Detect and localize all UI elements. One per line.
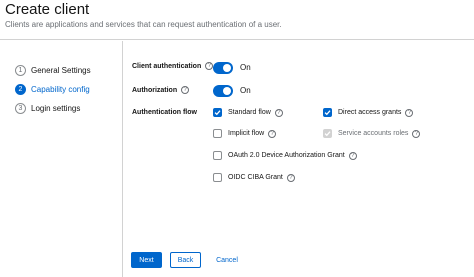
question-circle-icon[interactable]: ? bbox=[348, 151, 357, 160]
oauth-device-grant-label-text: OAuth 2.0 Device Authorization Grant bbox=[228, 152, 345, 159]
cancel-button[interactable]: Cancel bbox=[208, 252, 246, 268]
oauth-device-grant-label: OAuth 2.0 Device Authorization Grant ? bbox=[228, 151, 357, 160]
oauth-device-grant-checkbox[interactable]: OAuth 2.0 Device Authorization Grant ? bbox=[213, 151, 357, 160]
checkmark-icon bbox=[324, 131, 331, 137]
standard-flow-checkbox[interactable]: Standard flow ? bbox=[213, 108, 283, 117]
step-label: General Settings bbox=[31, 66, 91, 75]
authentication-flow-label: Authentication flow bbox=[132, 109, 197, 116]
service-accounts-roles-checkbox: Service accounts roles ? bbox=[323, 129, 421, 138]
question-circle-icon[interactable]: ? bbox=[274, 108, 283, 117]
direct-access-grants-label-text: Direct access grants bbox=[338, 109, 402, 116]
checkbox-box[interactable] bbox=[213, 151, 222, 160]
question-circle-icon[interactable]: ? bbox=[205, 62, 214, 70]
checkmark-icon bbox=[214, 110, 221, 116]
question-circle-icon[interactable]: ? bbox=[268, 129, 277, 138]
oidc-ciba-grant-label-text: OIDC CIBA Grant bbox=[228, 174, 283, 181]
authorization-label: Authorization ? bbox=[132, 86, 190, 94]
checkbox-box[interactable] bbox=[323, 108, 332, 117]
checkmark-icon bbox=[324, 110, 331, 116]
oidc-ciba-grant-checkbox[interactable]: OIDC CIBA Grant ? bbox=[213, 173, 295, 182]
back-button[interactable]: Back bbox=[170, 252, 201, 268]
question-circle-icon[interactable]: ? bbox=[181, 86, 190, 94]
question-circle-icon[interactable]: ? bbox=[286, 173, 295, 182]
step-number: 3 bbox=[15, 103, 26, 114]
checkbox-box-disabled bbox=[323, 129, 332, 138]
implicit-flow-label-text: Implicit flow bbox=[228, 130, 265, 137]
standard-flow-label-text: Standard flow bbox=[228, 109, 271, 116]
authorization-state: On bbox=[240, 86, 251, 95]
authentication-flow-label-text: Authentication flow bbox=[132, 109, 197, 116]
step-number: 2 bbox=[15, 84, 26, 95]
checkbox-box[interactable] bbox=[213, 173, 222, 182]
wizard-divider bbox=[122, 41, 123, 277]
step-number: 1 bbox=[15, 65, 26, 76]
switch-knob bbox=[223, 64, 231, 72]
next-button[interactable]: Next bbox=[131, 252, 162, 268]
authorization-label-text: Authorization bbox=[132, 86, 178, 94]
service-accounts-roles-label-text: Service accounts roles bbox=[338, 130, 409, 137]
service-accounts-roles-label: Service accounts roles ? bbox=[338, 129, 421, 138]
implicit-flow-checkbox[interactable]: Implicit flow ? bbox=[213, 129, 277, 138]
standard-flow-label: Standard flow ? bbox=[228, 108, 283, 117]
wizard-step-capability-config[interactable]: 2 Capability config bbox=[15, 80, 125, 99]
checkbox-box[interactable] bbox=[213, 129, 222, 138]
client-authentication-label: Client authentication ? bbox=[132, 62, 214, 70]
page-title: Create client bbox=[5, 1, 90, 18]
switch-knob bbox=[223, 87, 231, 95]
step-label: Login settings bbox=[31, 104, 81, 113]
client-authentication-label-text: Client authentication bbox=[132, 62, 202, 70]
page-subtitle: Clients are applications and services th… bbox=[5, 20, 282, 29]
step-label: Capability config bbox=[31, 85, 90, 94]
wizard-body: 1 General Settings 2 Capability config 3… bbox=[0, 41, 474, 277]
authorization-switch[interactable] bbox=[213, 85, 233, 97]
wizard-step-general-settings[interactable]: 1 General Settings bbox=[15, 61, 125, 80]
direct-access-grants-label: Direct access grants ? bbox=[338, 108, 414, 117]
wizard-step-login-settings[interactable]: 3 Login settings bbox=[15, 99, 125, 118]
page-header: Create client Clients are applications a… bbox=[0, 0, 474, 40]
oidc-ciba-grant-label: OIDC CIBA Grant ? bbox=[228, 173, 295, 182]
wizard-nav: 1 General Settings 2 Capability config 3… bbox=[15, 61, 125, 118]
client-authentication-switch[interactable] bbox=[213, 62, 233, 74]
question-circle-icon[interactable]: ? bbox=[405, 108, 414, 117]
question-circle-icon[interactable]: ? bbox=[412, 129, 421, 138]
direct-access-grants-checkbox[interactable]: Direct access grants ? bbox=[323, 108, 414, 117]
implicit-flow-label: Implicit flow ? bbox=[228, 129, 277, 138]
client-authentication-state: On bbox=[240, 63, 251, 72]
checkbox-box[interactable] bbox=[213, 108, 222, 117]
